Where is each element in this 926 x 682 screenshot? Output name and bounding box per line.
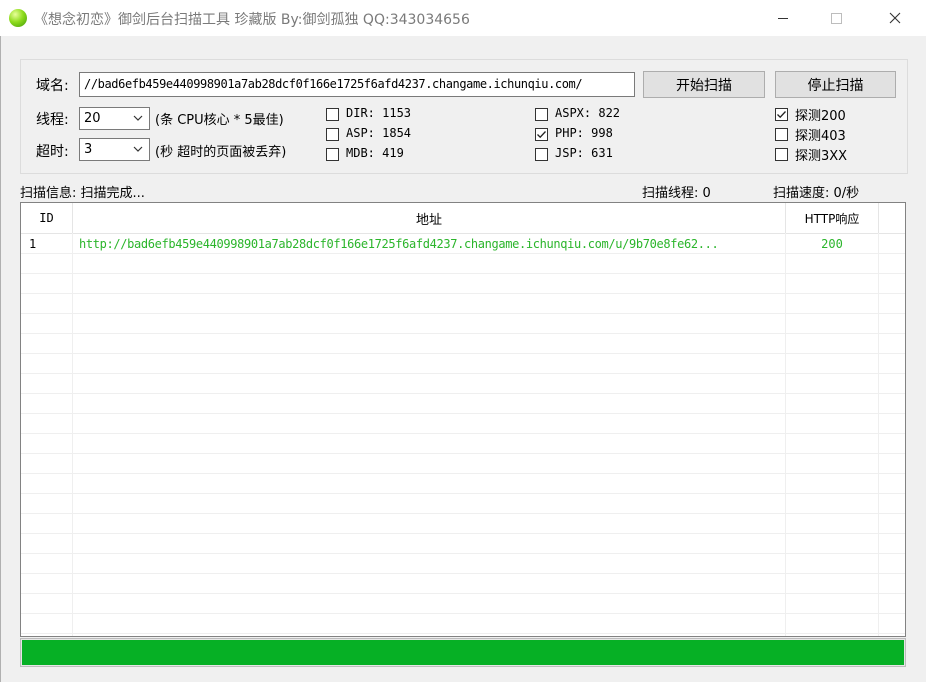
asp-checkbox-label: ASP: 1854: [346, 126, 412, 140]
threads-select-value: 20: [84, 111, 101, 126]
threads-label: 线程:: [36, 112, 69, 128]
close-icon: [889, 12, 901, 24]
grid-line: [21, 533, 905, 534]
grid-line: [21, 393, 905, 394]
grid-line: [21, 293, 905, 294]
progress-fill: [22, 640, 904, 665]
minimize-button[interactable]: [760, 0, 806, 36]
column-address[interactable]: 地址: [73, 203, 785, 233]
row-http-code: 200: [821, 237, 843, 251]
row-url: http://bad6efb459e440998901a7ab28dcf0f16…: [79, 237, 719, 251]
jsp-checkbox[interactable]: [535, 148, 548, 161]
grid-line: [21, 333, 905, 334]
timeout-select[interactable]: 3: [79, 138, 150, 161]
timeout-select-value: 3: [84, 142, 93, 157]
mdb-checkbox[interactable]: [326, 148, 339, 161]
title-bar: 《想念初恋》御剑后台扫描工具 珍藏版 By:御剑孤独 QQ:343034656: [0, 0, 926, 36]
mdb-checkbox-label: MDB: 419: [346, 146, 404, 160]
grid-line: [21, 553, 905, 554]
grid-line: [21, 313, 905, 314]
grid-line: [21, 573, 905, 574]
column-separator: [878, 203, 879, 233]
row-id: 1: [29, 237, 37, 251]
stop-scan-button[interactable]: 停止扫描: [775, 71, 896, 98]
dir-checkbox[interactable]: [326, 108, 339, 121]
chevron-down-icon: [133, 146, 143, 152]
close-button[interactable]: [872, 0, 918, 36]
grid-line: [21, 633, 905, 634]
grid-line: [21, 273, 905, 274]
column-http-response[interactable]: HTTP响应: [786, 203, 878, 233]
window-title: 《想念初恋》御剑后台扫描工具 珍藏版 By:御剑孤独 QQ:343034656: [34, 12, 470, 28]
aspx-checkbox[interactable]: [535, 108, 548, 121]
asp-checkbox[interactable]: [326, 128, 339, 141]
check-icon: [777, 111, 786, 119]
grid-line: [21, 473, 905, 474]
domain-input-value: //bad6efb459e440998901a7ab28dcf0f166e172…: [84, 77, 583, 91]
grid-line: [21, 373, 905, 374]
probe-200-label: 探测200: [795, 109, 846, 124]
minimize-icon: [778, 17, 788, 19]
check-icon: [537, 131, 546, 139]
aspx-checkbox-label: ASPX: 822: [555, 106, 621, 120]
domain-input[interactable]: //bad6efb459e440998901a7ab28dcf0f166e172…: [79, 72, 635, 97]
probe-403-label: 探测403: [795, 129, 846, 144]
grid-line: [21, 613, 905, 614]
domain-label: 域名:: [36, 78, 69, 94]
maximize-button[interactable]: [813, 0, 859, 36]
threads-select[interactable]: 20: [79, 107, 150, 130]
php-checkbox[interactable]: [535, 128, 548, 141]
maximize-icon: [830, 12, 842, 24]
results-header: ID 地址 HTTP响应: [21, 203, 905, 234]
grid-line: [21, 493, 905, 494]
progress-bar: [20, 638, 906, 667]
grid-line: [21, 353, 905, 354]
window-border: [0, 36, 1, 682]
jsp-checkbox-label: JSP: 631: [555, 146, 613, 160]
column-id[interactable]: ID: [21, 203, 72, 233]
probe-3xx-label: 探测3XX: [795, 149, 848, 164]
timeout-label: 超时:: [36, 144, 69, 160]
probe-200-checkbox[interactable]: [775, 108, 788, 121]
grid-line: [21, 453, 905, 454]
chevron-down-icon: [133, 115, 143, 121]
probe-403-checkbox[interactable]: [775, 128, 788, 141]
threads-hint: (条 CPU核心 * 5最佳): [155, 113, 284, 128]
scan-threads: 扫描线程: 0: [642, 186, 711, 201]
app-icon: [9, 9, 27, 27]
grid-line: [21, 253, 905, 254]
grid-line: [21, 513, 905, 514]
scan-info: 扫描信息: 扫描完成...: [20, 186, 145, 201]
probe-3xx-checkbox[interactable]: [775, 148, 788, 161]
grid-line: [21, 413, 905, 414]
results-list[interactable]: ID 地址 HTTP响应 1 http://bad6efb459e4409989…: [20, 202, 906, 637]
dir-checkbox-label: DIR: 1153: [346, 106, 412, 120]
timeout-hint: (秒 超时的页面被丢弃): [155, 145, 287, 160]
start-scan-button[interactable]: 开始扫描: [643, 71, 765, 98]
grid-line: [21, 433, 905, 434]
grid-line: [21, 593, 905, 594]
scan-speed: 扫描速度: 0/秒: [773, 186, 860, 201]
php-checkbox-label: PHP: 998: [555, 126, 613, 140]
